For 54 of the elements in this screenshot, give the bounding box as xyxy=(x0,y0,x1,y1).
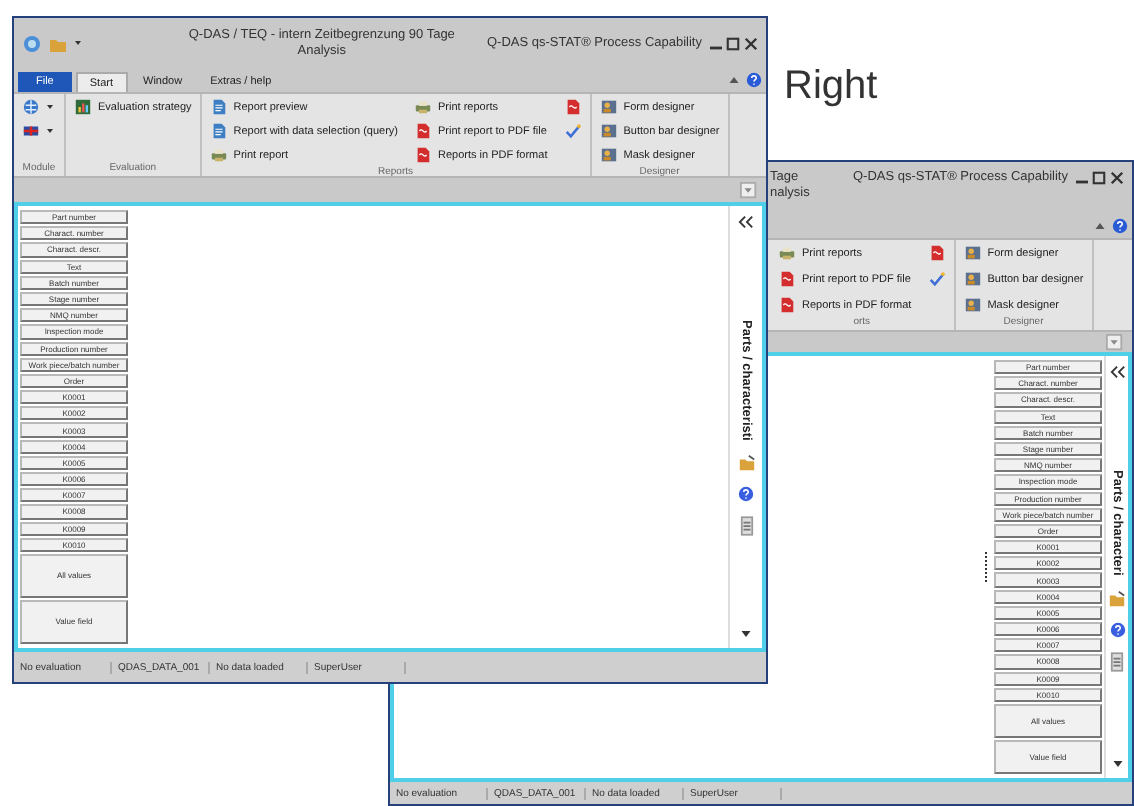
help-icon xyxy=(1109,621,1125,638)
pdf-icon xyxy=(927,244,946,262)
form-designer-icon xyxy=(599,122,618,140)
help-icon xyxy=(1112,217,1128,233)
checkmark-icon xyxy=(563,122,582,140)
close-icon xyxy=(744,35,758,51)
printer-icon xyxy=(209,146,228,164)
caption-text: Right xyxy=(784,64,878,108)
globe-icon xyxy=(22,98,40,116)
list-icon xyxy=(739,516,753,537)
ribbon-button[interactable] xyxy=(563,122,582,140)
folder-icon xyxy=(737,454,755,473)
pdf-icon xyxy=(414,146,433,164)
scroll-down-icon xyxy=(740,628,752,640)
minimize-icon xyxy=(710,45,722,49)
dropdown-button[interactable] xyxy=(22,98,56,116)
caret-icon xyxy=(74,38,84,48)
ribbon-button[interactable] xyxy=(927,270,946,288)
document-icon xyxy=(209,122,228,140)
caret-icon xyxy=(46,126,56,136)
minimize-icon xyxy=(1076,180,1088,184)
folder-icon xyxy=(1108,589,1126,608)
dropdown-button[interactable] xyxy=(22,122,56,140)
maximize-icon xyxy=(726,35,740,51)
pdf-icon xyxy=(414,122,433,140)
scroll-down-icon xyxy=(1111,758,1123,770)
collapse-panel-icon xyxy=(738,214,754,230)
list-icon xyxy=(1110,651,1124,672)
form-designer-icon xyxy=(599,146,618,164)
help-icon xyxy=(746,72,762,88)
flag-icon xyxy=(22,122,40,140)
printer-icon xyxy=(778,244,796,262)
pdf-icon xyxy=(778,296,796,314)
pdf-icon xyxy=(563,98,582,116)
form-designer-icon xyxy=(963,270,982,288)
form-designer-icon xyxy=(599,98,618,116)
form-designer-icon xyxy=(963,296,982,314)
app-logo-icon xyxy=(22,33,42,53)
chart-icon xyxy=(74,98,92,116)
ribbon-button[interactable] xyxy=(927,244,946,262)
caret-icon xyxy=(46,102,56,112)
maximize-icon xyxy=(1092,170,1106,186)
dropdown-icon xyxy=(740,181,758,199)
checkmark-icon xyxy=(927,270,946,288)
collapse-icon xyxy=(1094,219,1106,231)
form-designer-icon xyxy=(963,244,982,262)
close-icon xyxy=(1110,170,1124,186)
help-icon xyxy=(738,486,754,503)
ribbon-button[interactable] xyxy=(563,98,582,116)
printer-icon xyxy=(414,98,433,116)
collapse-icon xyxy=(728,74,740,86)
pdf-icon xyxy=(778,270,796,288)
document-icon xyxy=(209,98,228,116)
collapse-panel-icon xyxy=(1109,364,1125,380)
